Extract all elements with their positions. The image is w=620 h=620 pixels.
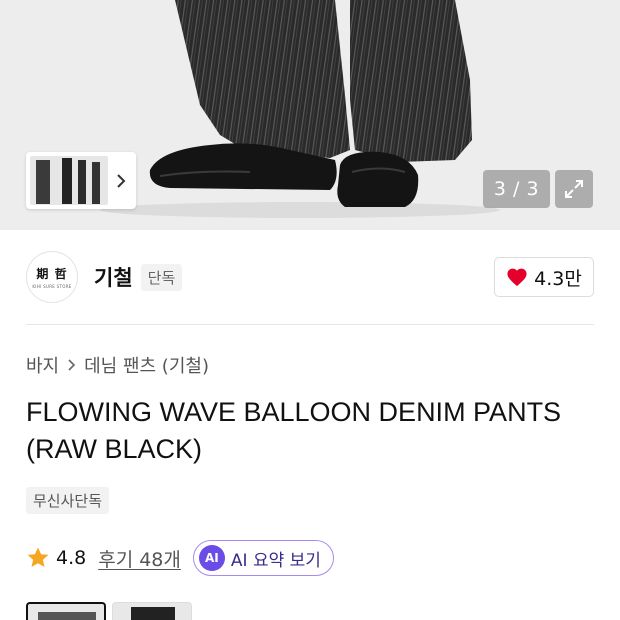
brand-logo-text: 期 哲 xyxy=(36,267,68,281)
brand-exclusive-badge: 단독 xyxy=(140,263,183,291)
like-button[interactable]: 4.3만 xyxy=(494,257,594,297)
star-icon xyxy=(27,547,49,567)
brand-logo-subtext: KIHI SURE STORE xyxy=(32,284,72,289)
product-title-line-2: (RAW BLACK) xyxy=(26,434,203,464)
ai-summary-label: AI 요약 보기 xyxy=(230,550,321,571)
option-thumbnail[interactable] xyxy=(112,602,192,620)
brand-row: 期 哲 KIHI SURE STORE 기철 단독 4.3만 xyxy=(26,250,594,304)
reviews-link[interactable]: 후기 48개 xyxy=(98,545,181,572)
ai-summary-button[interactable]: AI AI 요약 보기 xyxy=(192,540,334,576)
expand-icon[interactable] xyxy=(555,170,593,208)
product-title: FLOWING WAVE BALLOON DENIM PANTS (RAW BL… xyxy=(26,394,606,468)
heart-icon xyxy=(507,268,527,287)
chevron-right-icon xyxy=(67,358,76,372)
option-thumbnails xyxy=(26,602,192,620)
option-thumbnail-selected[interactable] xyxy=(26,602,106,620)
ai-icon: AI xyxy=(198,545,225,571)
brand-name[interactable]: 기철 xyxy=(94,262,133,292)
thumbnail-strip[interactable] xyxy=(26,152,136,209)
brand-logo[interactable]: 期 哲 KIHI SURE STORE xyxy=(26,251,78,303)
breadcrumb-item-category[interactable]: 바지 xyxy=(26,352,59,378)
product-image-gallery[interactable]: 3 / 3 xyxy=(0,0,620,230)
rating-row: 4.8 후기 48개 AI AI 요약 보기 xyxy=(26,540,334,576)
image-counter: 3 / 3 xyxy=(483,170,550,208)
breadcrumb-item-subcategory[interactable]: 데님 팬츠 (기철) xyxy=(84,352,209,378)
product-title-line-1: FLOWING WAVE BALLOON DENIM PANTS xyxy=(26,397,562,427)
like-count: 4.3만 xyxy=(534,267,582,290)
divider xyxy=(26,324,594,325)
rating-score: 4.8 xyxy=(56,547,87,569)
thumbnail-preview xyxy=(30,156,108,205)
chevron-right-icon[interactable] xyxy=(108,156,134,205)
exclusive-tag: 무신사단독 xyxy=(26,487,110,514)
breadcrumb: 바지 데님 팬츠 (기철) xyxy=(26,352,209,378)
